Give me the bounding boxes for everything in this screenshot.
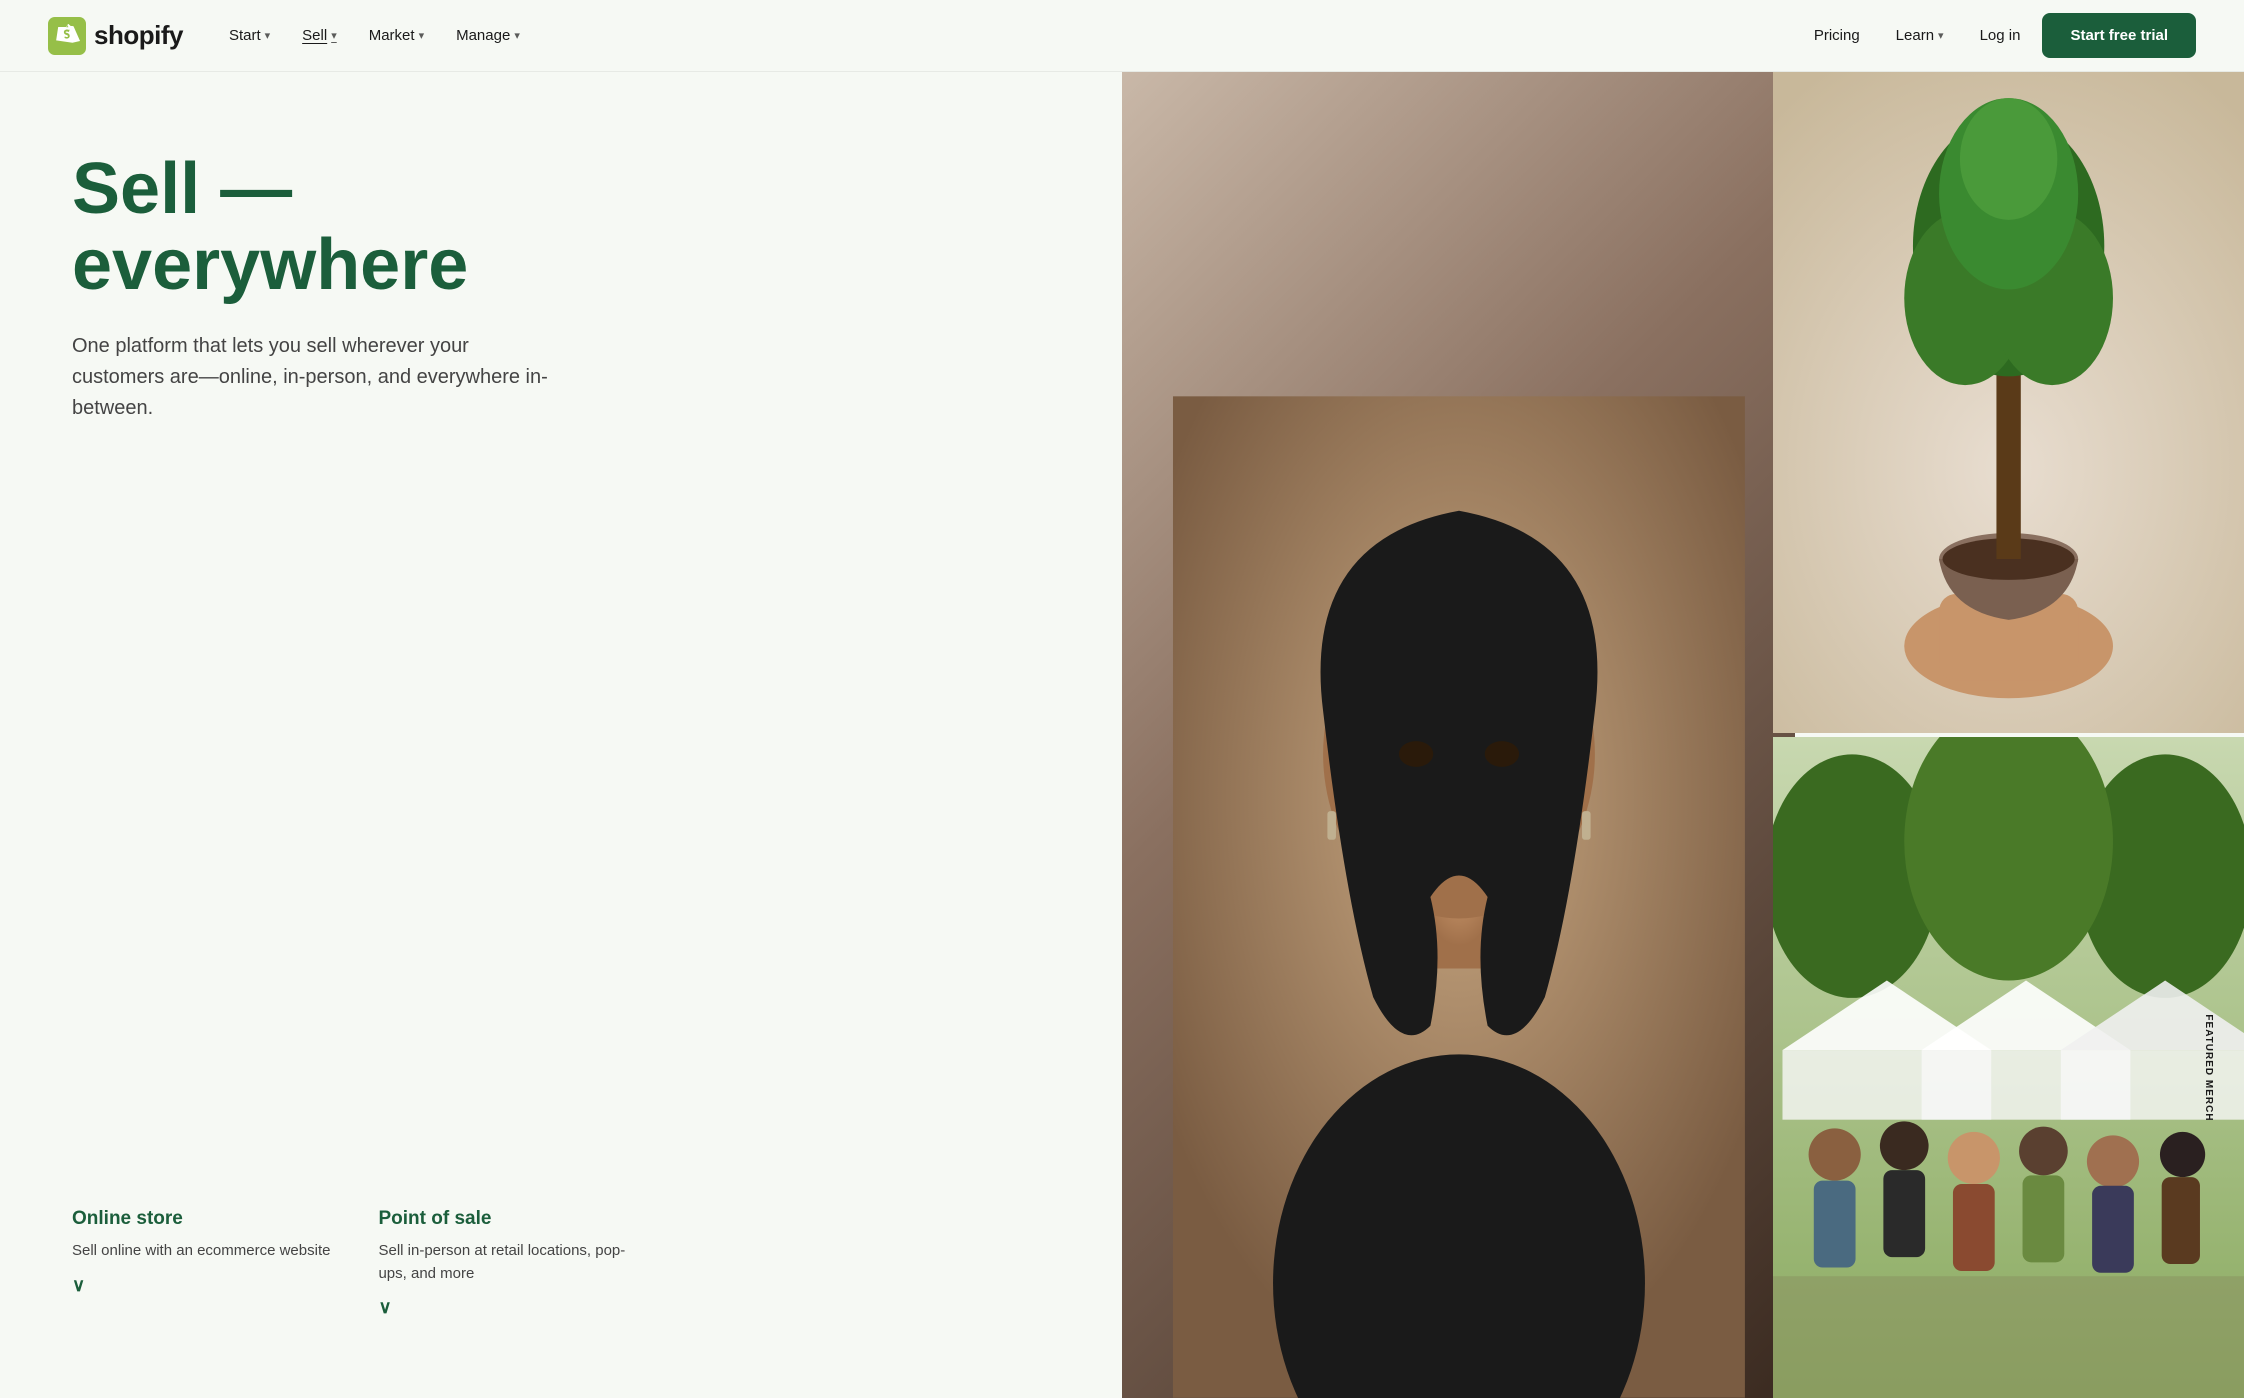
hero-cards: Online store Sell online with an ecommer…	[72, 1208, 1074, 1318]
start-chevron-icon: ▾	[265, 29, 271, 42]
market-illustration	[1773, 737, 2244, 1398]
nav-learn[interactable]: Learn ▾	[1882, 19, 1958, 52]
hero-section: Sell — everywhere One platform that lets…	[0, 72, 2244, 1398]
hero-images: Featured merch	[1122, 72, 2244, 1398]
login-button[interactable]: Log in	[1966, 19, 2035, 52]
hero-content: Sell — everywhere One platform that lets…	[0, 72, 1122, 1398]
hero-main-image	[1122, 72, 1795, 1398]
hero-headline: Sell — everywhere	[72, 152, 1074, 303]
plant-illustration	[1773, 72, 2244, 733]
pos-expand-icon[interactable]: ∨	[378, 1297, 638, 1318]
pos-desc: Sell in-person at retail locations, pop-…	[378, 1240, 638, 1285]
online-store-title: Online store	[72, 1208, 330, 1230]
pos-title: Point of sale	[378, 1208, 638, 1230]
shopify-logo-icon	[48, 17, 86, 55]
hero-market-image: Featured merch	[1773, 737, 2244, 1398]
featured-merch-label: Featured merch	[2203, 1014, 2214, 1121]
hero-plant-image	[1773, 72, 2244, 733]
nav-links-left: Start ▾ Sell ▾ Market ▾ Manage ▾	[215, 19, 534, 52]
logo-text: shopify	[94, 20, 183, 51]
nav-market[interactable]: Market ▾	[355, 19, 438, 52]
sell-chevron-icon: ▾	[331, 29, 337, 42]
start-free-trial-button[interactable]: Start free trial	[2042, 13, 2196, 58]
online-store-expand-icon[interactable]: ∨	[72, 1275, 330, 1296]
online-store-card: Online store Sell online with an ecommer…	[72, 1208, 330, 1318]
navbar: shopify Start ▾ Sell ▾ Market ▾ Manage ▾…	[0, 0, 2244, 72]
hero-side-images: Featured merch	[1773, 72, 2244, 1398]
nav-pricing[interactable]: Pricing	[1800, 19, 1874, 52]
logo-link[interactable]: shopify	[48, 17, 183, 55]
pos-card: Point of sale Sell in-person at retail l…	[378, 1208, 638, 1318]
woman-silhouette	[1172, 138, 1744, 1398]
online-store-desc: Sell online with an ecommerce website	[72, 1240, 330, 1263]
manage-chevron-icon: ▾	[514, 29, 520, 42]
nav-links-right: Pricing Learn ▾ Log in Start free trial	[1800, 13, 2196, 58]
learn-chevron-icon: ▾	[1938, 29, 1944, 42]
nav-sell[interactable]: Sell ▾	[288, 19, 351, 52]
nav-start[interactable]: Start ▾	[215, 19, 284, 52]
market-chevron-icon: ▾	[419, 29, 425, 42]
hero-subtext: One platform that lets you sell wherever…	[72, 331, 552, 424]
nav-manage[interactable]: Manage ▾	[442, 19, 534, 52]
